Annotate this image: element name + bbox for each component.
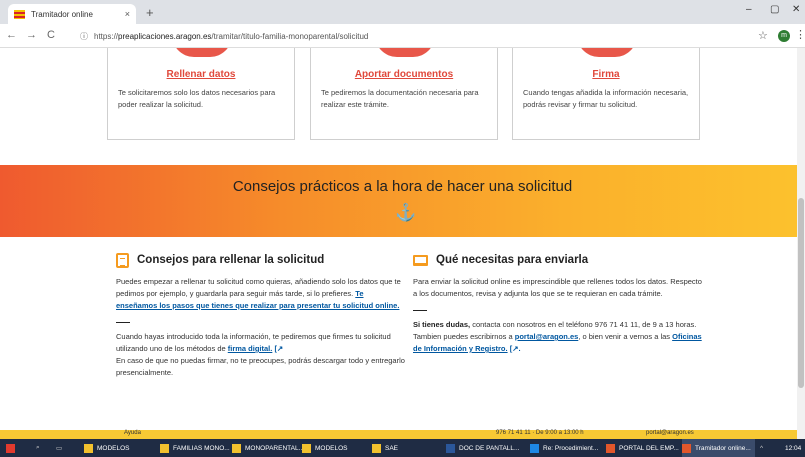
step-card-firma: Firma Cuando tengas añadida la informaci… bbox=[512, 48, 700, 140]
browser-tab-strip: Tramitador online × + – ▢ ✕ bbox=[0, 0, 805, 24]
tips-text: En caso de que no puedas firmar, no te p… bbox=[116, 356, 405, 377]
app-icon bbox=[372, 443, 381, 453]
tips-paragraph-1: Puedes empezar a rellenar tu solicitud c… bbox=[116, 276, 406, 312]
taskbar-item[interactable]: Tramitador online... bbox=[682, 439, 755, 457]
tray-chevron-icon[interactable]: ^ bbox=[760, 439, 763, 457]
step-circle-icon bbox=[172, 48, 232, 57]
divider bbox=[116, 322, 130, 323]
browser-tab[interactable]: Tramitador online × bbox=[8, 4, 136, 24]
divider bbox=[413, 310, 427, 311]
step-title-link[interactable]: Firma bbox=[513, 69, 699, 80]
url-path: /tramitar/titulo-familia-monoparental/so… bbox=[211, 31, 369, 41]
app-icon bbox=[446, 443, 455, 453]
page-scrollbar[interactable] bbox=[797, 48, 805, 439]
search-icon[interactable]: ⌕ bbox=[36, 439, 40, 457]
step-description: Te solicitaremos solo los datos necesari… bbox=[118, 88, 276, 109]
url-field[interactable]: ⓘ https://preaplicaciones.aragon.es/tram… bbox=[80, 27, 770, 45]
taskbar-item-label: MODELOS bbox=[97, 444, 130, 452]
step-description: Cuando tengas añadida la información nec… bbox=[523, 88, 689, 109]
step-card-rellenar: Rellenar datos Te solicitaremos solo los… bbox=[107, 48, 295, 140]
taskbar-item-label: SAE bbox=[385, 444, 399, 452]
taskbar-item[interactable]: PORTAL DEL EMP... bbox=[606, 439, 683, 457]
taskbar-item[interactable]: DOC DE PANTALL... bbox=[446, 439, 523, 457]
step-circle-icon bbox=[375, 48, 435, 57]
footer-email[interactable]: portal@aragon.es bbox=[646, 430, 694, 436]
taskbar-item-label: Tramitador online... bbox=[695, 444, 751, 452]
footer-help[interactable]: Ayuda bbox=[124, 430, 141, 436]
taskbar-item[interactable]: MODELOS bbox=[84, 439, 134, 457]
taskbar-item-label: Re: Procedimient... bbox=[543, 444, 599, 452]
requirements-paragraph-1: Para enviar la solicitud online es impre… bbox=[413, 277, 702, 298]
back-button[interactable]: ← bbox=[6, 29, 17, 41]
digital-signature-link[interactable]: firma digital. bbox=[228, 344, 273, 353]
laptop-icon bbox=[413, 254, 428, 266]
step-card-documentos: Aportar documentos Te pediremos la docum… bbox=[310, 48, 498, 140]
scrollbar-thumb[interactable] bbox=[798, 198, 804, 388]
tab-close-icon[interactable]: × bbox=[125, 9, 130, 19]
info-icon[interactable]: ⓘ bbox=[80, 31, 88, 42]
url-prefix: https:// bbox=[94, 31, 119, 41]
requirements-bold: Si tienes dudas, bbox=[413, 320, 471, 329]
app-icon bbox=[84, 443, 93, 453]
tips-heading: Consejos para rellenar la solicitud bbox=[116, 252, 406, 268]
external-link-icon: [↗ bbox=[274, 344, 284, 353]
taskbar-item[interactable]: Re: Procedimient... bbox=[530, 439, 602, 457]
taskbar-item[interactable]: MONOPARENTAL... bbox=[232, 439, 308, 457]
app-icon bbox=[232, 443, 241, 453]
tips-banner: Consejos prácticos a la hora de hacer un… bbox=[0, 165, 805, 237]
requirements-heading: Qué necesitas para enviarla bbox=[413, 252, 703, 268]
taskbar-item-label: FAMILIAS MONO... bbox=[173, 444, 230, 452]
task-view-icon[interactable]: ▭ bbox=[56, 439, 62, 457]
clock: 12:04 bbox=[785, 444, 802, 452]
windows-taskbar: ⌕ ▭ MODELOS FAMILIAS MONO... MONOPARENTAL.… bbox=[0, 439, 805, 457]
taskbar-item-label: DOC DE PANTALL... bbox=[459, 444, 520, 452]
tab-title: Tramitador online bbox=[31, 9, 93, 19]
anchor-icon: ⚓ bbox=[395, 203, 417, 222]
requirements-text: , o bien venir a vernos a las bbox=[578, 332, 673, 341]
taskbar-item-label: MODELOS bbox=[315, 444, 348, 452]
taskbar-item-label: PORTAL DEL EMP... bbox=[619, 444, 679, 452]
app-icon bbox=[160, 443, 169, 453]
document-icon bbox=[116, 252, 129, 268]
banner-title: Consejos prácticos a la hora de hacer un… bbox=[232, 178, 573, 195]
step-circle-icon bbox=[577, 48, 637, 57]
app-icon bbox=[302, 443, 311, 453]
taskbar-item[interactable]: MODELOS bbox=[302, 439, 352, 457]
profile-avatar[interactable]: m bbox=[778, 30, 790, 42]
taskbar-item[interactable]: SAE bbox=[372, 439, 402, 457]
footer-strip: Ayuda 976 71 41 11 · De 9:00 a 13:00 h p… bbox=[0, 430, 805, 439]
app-icon bbox=[682, 443, 691, 453]
reload-button[interactable]: C bbox=[47, 29, 55, 41]
window-close-button[interactable]: ✕ bbox=[792, 4, 800, 15]
address-bar-row: ← → C ⓘ https://preaplicaciones.aragon.e… bbox=[0, 24, 805, 48]
step-title-link[interactable]: Aportar documentos bbox=[311, 69, 497, 80]
bookmark-star-icon[interactable]: ☆ bbox=[758, 29, 768, 42]
windows-start-icon[interactable] bbox=[6, 439, 19, 457]
taskbar-item-label: MONOPARENTAL... bbox=[245, 444, 304, 452]
forward-button[interactable]: → bbox=[26, 29, 37, 41]
taskbar-item[interactable]: FAMILIAS MONO... bbox=[160, 439, 234, 457]
app-icon bbox=[530, 443, 539, 453]
step-title-link[interactable]: Rellenar datos bbox=[108, 69, 294, 80]
aragon-flag-icon bbox=[14, 9, 25, 19]
tips-heading-text: Consejos para rellenar la solicitud bbox=[137, 254, 325, 266]
requirements-paragraph-2: Si tienes dudas, contacta con nosotros e… bbox=[413, 319, 703, 355]
footer-phone: 976 71 41 11 · De 9:00 a 13:00 h bbox=[496, 430, 584, 436]
page-viewport: Rellenar datos Te solicitaremos solo los… bbox=[0, 48, 805, 439]
tips-column: Consejos para rellenar la solicitud Pued… bbox=[116, 252, 406, 379]
email-link[interactable]: portal@aragon.es bbox=[515, 332, 579, 341]
app-icon bbox=[606, 443, 615, 453]
requirements-column: Qué necesitas para enviarla Para enviar … bbox=[413, 252, 703, 355]
url-host: preaplicaciones.aragon.es bbox=[118, 31, 212, 41]
minimize-button[interactable]: – bbox=[746, 4, 752, 15]
browser-menu-icon[interactable]: ⋮ bbox=[795, 28, 805, 41]
requirements-heading-text: Qué necesitas para enviarla bbox=[436, 254, 589, 266]
tips-paragraph-2: Cuando hayas introducido toda la informa… bbox=[116, 331, 406, 379]
step-description: Te pediremos la documentación necesaria … bbox=[321, 88, 479, 109]
maximize-button[interactable]: ▢ bbox=[770, 4, 779, 15]
external-link-icon: [↗. bbox=[509, 344, 521, 353]
new-tab-button[interactable]: + bbox=[146, 5, 154, 20]
